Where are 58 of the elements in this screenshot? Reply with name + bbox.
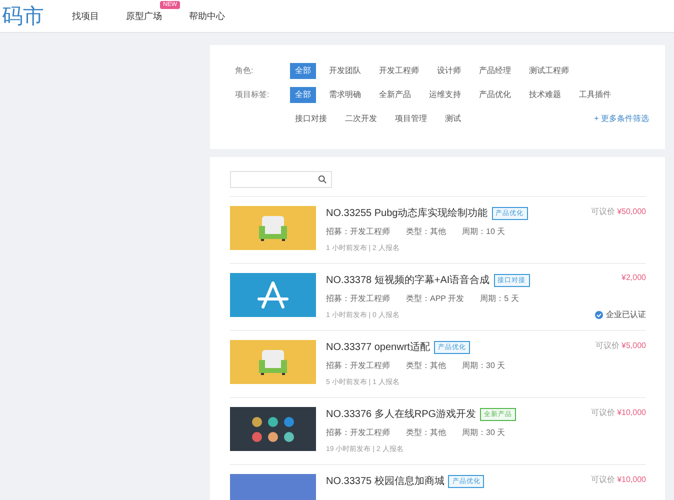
search-icon[interactable] xyxy=(318,175,327,184)
project-title[interactable]: NO.33376 多人在线RPG游戏开发 xyxy=(326,407,476,421)
logo-text[interactable]: 码市 xyxy=(2,2,44,30)
filter-option[interactable]: 产品经理 xyxy=(474,63,516,79)
search-field[interactable] xyxy=(230,171,332,188)
filter-option[interactable]: 产品优化 xyxy=(474,87,516,103)
filter-option[interactable]: 需求明确 xyxy=(324,87,366,103)
nav-link[interactable]: 找项目 xyxy=(72,10,99,20)
filter-option[interactable]: 技术难题 xyxy=(524,87,566,103)
project-price: ¥10,000 xyxy=(617,475,646,484)
price-label: 可议价 xyxy=(595,341,620,350)
app-store-drawing[interactable] xyxy=(230,273,316,317)
nav-link[interactable]: 帮助中心 xyxy=(189,10,225,20)
filter-option[interactable]: 运维支持 xyxy=(424,87,466,103)
filter-option[interactable]: 全部 xyxy=(290,87,316,103)
project-title[interactable]: NO.33378 短视频的字幕+AI语音合成 xyxy=(326,273,490,287)
app-icons-drawing[interactable] xyxy=(230,407,316,451)
more-filters-link[interactable]: + 更多条件筛选 xyxy=(594,111,649,127)
price-label: 可议价 xyxy=(590,475,615,484)
project-title[interactable]: NO.33377 openwrt适配 xyxy=(326,340,430,354)
project-title[interactable]: NO.33375 校园信息加商城 xyxy=(326,474,444,488)
project-detail: 周期：30 天 xyxy=(462,427,506,438)
filter-option[interactable]: 二次开发 xyxy=(340,111,382,127)
project-detail: 类型：其他 xyxy=(406,427,446,438)
project-detail: 周期：5 天 xyxy=(480,293,519,304)
filter-option[interactable]: 项目管理 xyxy=(390,111,432,127)
filter-option[interactable]: 开发工程师 xyxy=(374,63,424,79)
sofa-drawing[interactable] xyxy=(230,340,316,384)
filter-option[interactable]: 测试 xyxy=(440,111,466,127)
project-detail: 周期：10 天 xyxy=(462,226,506,237)
filter-option[interactable]: 设计师 xyxy=(432,63,466,79)
project-detail: 招募：开发工程师 xyxy=(326,226,390,237)
filter-option[interactable]: 全部 xyxy=(290,63,316,79)
check-badge-icon xyxy=(595,310,603,318)
project-detail: 类型：其他 xyxy=(406,360,446,371)
filter-option[interactable]: 全新产品 xyxy=(374,87,416,103)
filter-option[interactable]: 接口对接 xyxy=(290,111,332,127)
filter-option[interactable]: 开发团队 xyxy=(324,63,366,79)
sofa-drawing[interactable] xyxy=(230,206,316,250)
project-detail: 周期：30 天 xyxy=(462,360,506,371)
filter-label: 角色: xyxy=(235,65,254,77)
verified-label: 企业已认证 xyxy=(606,309,646,320)
project-detail: 招募：开发工程师 xyxy=(326,293,390,304)
project-detail: 类型：APP 开发 xyxy=(406,293,464,304)
project-price: ¥2,000 xyxy=(622,273,646,282)
filter-option[interactable]: 测试工程师 xyxy=(524,63,574,79)
project-title[interactable]: NO.33255 Pubg动态库实现绘制功能 xyxy=(326,206,488,220)
filter-label: 项目标签: xyxy=(235,89,270,101)
project-price: ¥10,000 xyxy=(617,408,646,417)
project-price: ¥50,000 xyxy=(617,207,646,216)
price-label: 可议价 xyxy=(590,207,615,216)
price-label: 可议价 xyxy=(590,408,615,417)
project-detail: 招募：开发工程师 xyxy=(326,427,390,438)
project-price: ¥5,000 xyxy=(622,341,646,350)
filter-option[interactable]: 工具插件 xyxy=(574,87,616,103)
nav-link[interactable]: 原型广场 xyxy=(126,10,162,20)
project-detail: 招募：开发工程师 xyxy=(326,360,390,371)
project-detail: 类型：其他 xyxy=(406,226,446,237)
